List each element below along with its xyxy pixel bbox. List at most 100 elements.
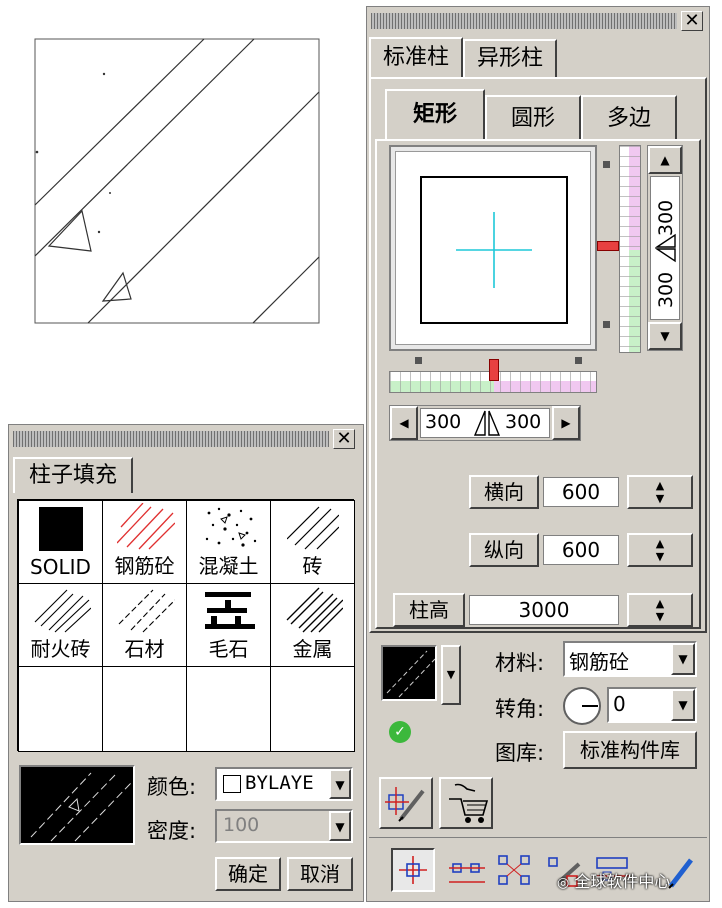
wechat-icon: ◎ [557,875,570,891]
pattern-empty[interactable] [18,666,103,752]
fill-panel-title: 柱子填充 [28,463,117,488]
rotation-select[interactable]: 0 ▼ [607,687,697,723]
cad-drawing [0,0,366,420]
concrete-dots-icon [205,507,257,547]
column-height-input[interactable]: 3000 [469,595,619,625]
tab-label: 标准柱 [382,45,449,70]
horizontal-value-box[interactable]: 300 300 [420,408,550,438]
vertical-size-input[interactable]: 600 [543,535,619,565]
tab-special-column[interactable]: 异形柱 [463,39,557,77]
solid-swatch [39,507,83,551]
spin-down-button[interactable]: ▼ [648,322,682,350]
label-text: 纵向 [484,538,524,562]
mirror-horizontal-icon [473,410,501,436]
value-text: 3000 [518,598,570,622]
color-select[interactable]: BYLAYE ▼ [215,767,353,801]
pattern-fire-brick[interactable]: 耐火砖 [18,583,103,667]
vertical-value-box[interactable]: 300 300 [650,176,680,320]
pipette-icon[interactable] [665,852,699,892]
fill-preview [19,765,135,845]
pattern-empty[interactable] [186,666,271,752]
column-panel: ✕ 标准柱 异形柱 矩形 圆形 多边 ▲ 300 300 ▼ ◀ 300 300… [366,6,710,902]
pattern-empty[interactable] [102,666,187,752]
density-dropdown-button[interactable]: ▼ [329,811,351,841]
rotation-dial-needle [582,705,598,707]
spin-left-button[interactable]: ◀ [390,406,418,440]
tab-label: 多边 [606,106,651,131]
column-outline [34,38,320,324]
spin-up-button[interactable]: ▲ [648,146,682,174]
material-preview[interactable] [381,645,437,701]
ok-button-label: 确定 [228,862,268,886]
pattern-solid[interactable]: SOLID [18,500,103,584]
horizontal-ruler-thumb[interactable] [489,359,499,381]
spin-right-button[interactable]: ▶ [552,406,580,440]
cancel-button[interactable]: 取消 [287,857,353,891]
material-value: 钢筋砼 [569,650,629,674]
pattern-label: 耐火砖 [30,637,91,661]
vertical-ruler-thumb[interactable] [597,241,619,251]
insert-point-icon [399,856,427,884]
watermark: ◎ 全球软件中心 [557,868,670,892]
metal-hatch-icon [286,587,343,633]
rotation-dial[interactable] [563,687,601,725]
horizontal-size-stepper[interactable]: ▲ ▼ [627,475,693,509]
color-dropdown-button[interactable]: ▼ [329,769,351,799]
watermark-text: 全球软件中心 [574,872,671,891]
value-text: 600 [561,480,601,504]
pattern-concrete[interactable]: 混凝土 [186,500,271,584]
fire-brick-hatch-icon [34,589,91,633]
tab-column-fill[interactable]: 柱子填充 [13,457,133,493]
material-select[interactable]: 钢筋砼 ▼ [563,641,697,677]
column-drawing-svg [34,38,320,324]
tab-label: 圆形 [510,106,555,131]
area-insert-icon[interactable] [495,852,535,892]
pattern-rubble[interactable]: 毛石 [186,583,271,667]
hatch-line-1 [34,38,205,206]
fill-panel-grip[interactable] [13,431,329,447]
column-height-stepper[interactable]: ▲ ▼ [627,593,693,627]
tab-rectangle[interactable]: 矩形 [385,89,485,141]
material-dropdown-button[interactable]: ▼ [671,643,695,675]
pattern-metal[interactable]: 金属 [270,583,355,667]
density-select[interactable]: 100 ▼ [215,809,353,843]
tab-standard-column[interactable]: 标准柱 [369,37,463,77]
pattern-empty[interactable] [270,666,355,752]
density-value: 100 [223,814,260,836]
column-panel-close-button[interactable]: ✕ [681,11,703,31]
pattern-stone[interactable]: 石材 [102,583,187,667]
column-panel-grip[interactable] [371,13,677,29]
pattern-label: SOLID [30,555,91,579]
fill-panel-close-button[interactable]: ✕ [333,429,355,449]
horizontal-size-input[interactable]: 600 [543,477,619,507]
rotation-value: 0 [613,692,626,716]
rotation-dropdown-button[interactable]: ▼ [671,689,695,721]
pattern-brick[interactable]: 砖 [270,500,355,584]
insert-point-tool-button[interactable] [391,848,435,892]
horizontal-value-right: 300 [505,411,542,433]
pattern-label: 石材 [124,637,165,661]
ok-button[interactable]: 确定 [215,857,281,891]
value-text: 600 [561,538,601,562]
fill-panel: ✕ 柱子填充 SOLID 钢筋砼 混凝土 砖 耐火砖 石材 毛石 金属 颜色: … [8,424,364,902]
tab-polygon[interactable]: 多边 [581,95,677,141]
pattern-reinforced-concrete[interactable]: 钢筋砼 [102,500,187,584]
horizontal-spin: ◀ 300 300 ▶ [389,405,581,441]
pick-column-button[interactable] [439,777,493,829]
material-hatch-icon [386,650,436,698]
tab-label: 矩形 [412,102,457,127]
pattern-grid: SOLID 钢筋砼 混凝土 砖 耐火砖 石材 毛石 金属 [17,499,355,752]
axis-insert-icon[interactable] [447,852,487,892]
material-preview-dropdown[interactable]: ▼ [441,645,461,705]
edit-column-button[interactable] [379,777,433,829]
standard-library-button[interactable]: 标准构件库 [563,731,697,769]
section-canvas [395,151,591,345]
tab-circle[interactable]: 圆形 [485,95,581,141]
vertical-ruler[interactable] [619,145,641,353]
fill-preview-hatch [30,772,132,842]
vertical-size-stepper[interactable]: ▲ ▼ [627,533,693,567]
brick-hatch-icon [287,506,339,550]
library-label: 图库: [495,741,545,765]
tab-label: 异形柱 [476,46,543,71]
vertical-size-label: 纵向 [469,533,539,567]
